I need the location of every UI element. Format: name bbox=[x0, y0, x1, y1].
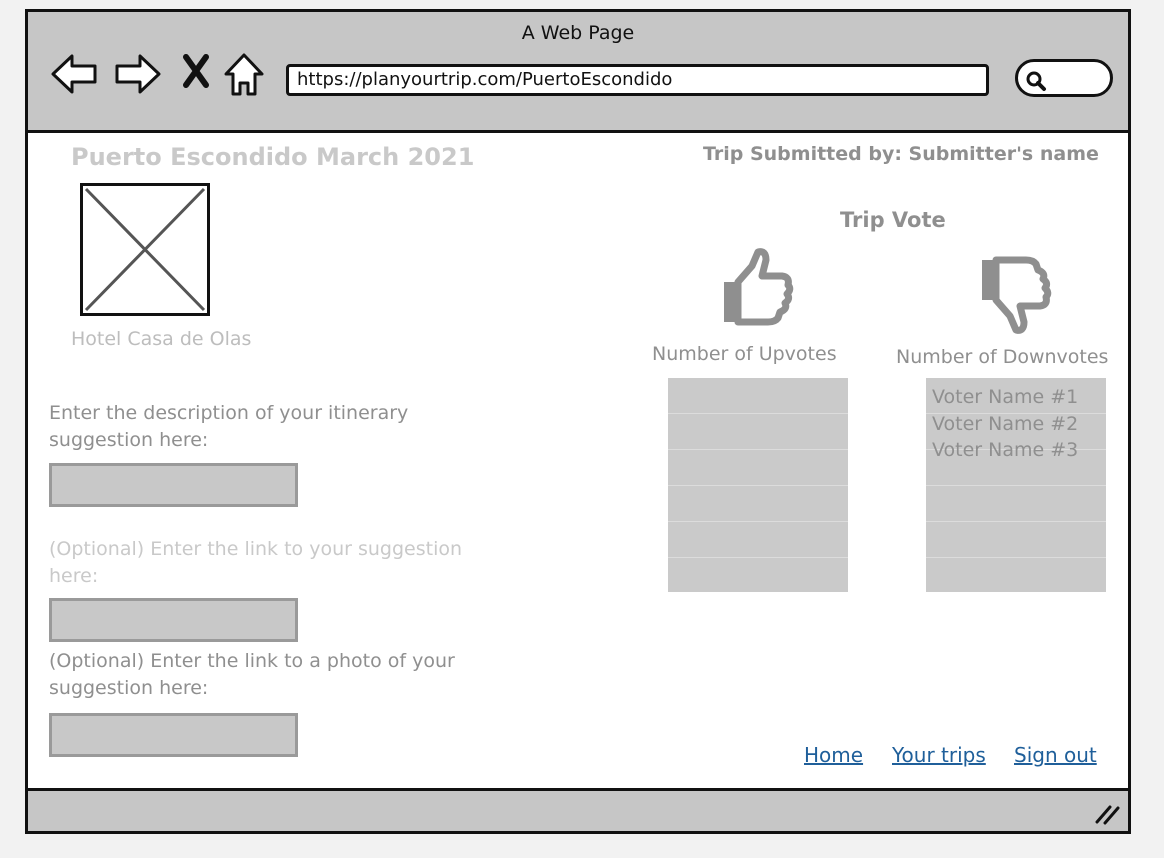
url-input[interactable]: https://planyourtrip.com/PuertoEscondido bbox=[286, 64, 989, 96]
list-item: Voter Name #1 bbox=[932, 386, 1079, 408]
image-placeholder-icon bbox=[84, 187, 206, 312]
window-title: A Web Page bbox=[521, 22, 635, 44]
trip-vote-title: Trip Vote bbox=[840, 208, 946, 232]
list-item: Voter Name #2 bbox=[932, 413, 1079, 435]
suggestion-link-input[interactable] bbox=[49, 598, 298, 642]
downvotes-label: Number of Downvotes bbox=[896, 346, 1109, 368]
description-label: Enter the description of your itinerary … bbox=[49, 402, 409, 451]
browser-toolbar: A Web Page https://planyourtrip.com/Puer… bbox=[28, 12, 1128, 133]
trip-title: Puerto Escondido March 2021 bbox=[71, 143, 475, 171]
thumbs-up-icon[interactable] bbox=[720, 248, 794, 328]
hotel-image-placeholder bbox=[80, 183, 210, 316]
submitted-by-text: Trip Submitted by: Submitter's name bbox=[703, 143, 1099, 165]
photo-link-label: (Optional) Enter the link to a photo of … bbox=[49, 650, 455, 699]
sign-out-link[interactable]: Sign out bbox=[1014, 743, 1097, 767]
list-item: Voter Name #3 bbox=[932, 439, 1079, 461]
your-trips-link[interactable]: Your trips bbox=[892, 743, 986, 767]
forward-arrow-icon[interactable] bbox=[112, 52, 162, 96]
downvoters-list: Voter Name #1 Voter Name #2 Voter Name #… bbox=[926, 378, 1106, 592]
browser-window: A Web Page https://planyourtrip.com/Puer… bbox=[25, 9, 1131, 834]
stop-icon[interactable] bbox=[182, 54, 210, 88]
description-input[interactable] bbox=[49, 463, 298, 507]
home-icon[interactable] bbox=[223, 52, 265, 98]
thumbs-down-icon[interactable] bbox=[978, 254, 1052, 334]
suggestion-link-label: (Optional) Enter the link to your sugges… bbox=[49, 538, 463, 587]
search-button[interactable] bbox=[1015, 59, 1113, 97]
resize-grip-icon[interactable] bbox=[1094, 803, 1120, 825]
home-link[interactable]: Home bbox=[804, 743, 863, 767]
status-bar bbox=[28, 788, 1128, 831]
search-icon bbox=[1026, 71, 1046, 91]
hotel-name: Hotel Casa de Olas bbox=[71, 328, 252, 350]
back-arrow-icon[interactable] bbox=[50, 52, 100, 96]
upvotes-label: Number of Upvotes bbox=[652, 343, 837, 365]
upvoters-list bbox=[668, 378, 848, 592]
photo-link-input[interactable] bbox=[49, 713, 298, 757]
